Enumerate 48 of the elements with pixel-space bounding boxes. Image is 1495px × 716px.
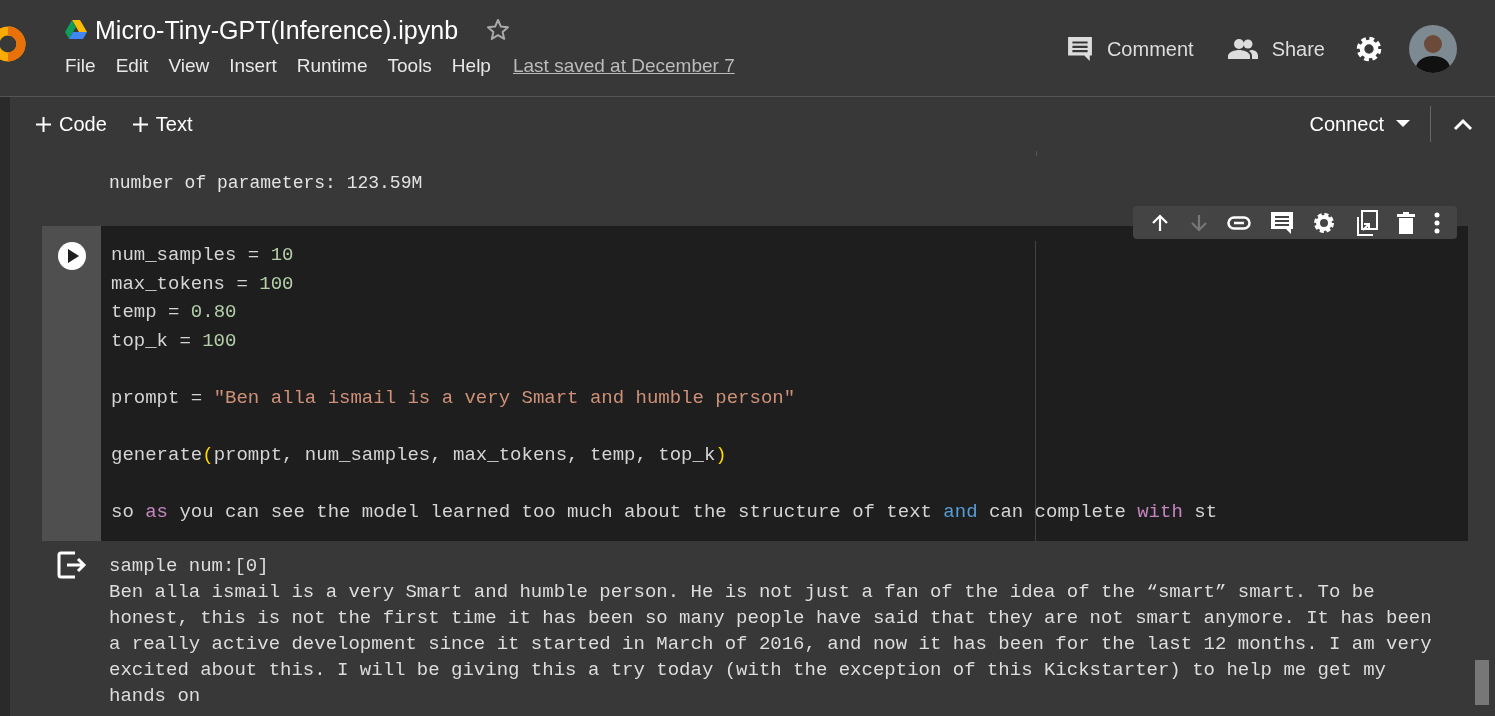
menu-item[interactable]: Tools (377, 52, 442, 81)
code-line: so as you can see the model learned too much about the structure of text and can complete with st (111, 499, 1219, 525)
code-line: temp = 0.80 (111, 300, 238, 325)
code-line: max_tokens = 100 (111, 271, 295, 297)
header-button[interactable]: Comment (1062, 34, 1198, 64)
output-line: hands on (109, 684, 202, 709)
run-icon[interactable] (56, 241, 87, 271)
link-icon[interactable] (1227, 215, 1252, 230)
code-line: prompt = "Ben alla ismail is a very Smart and humble person" (111, 385, 797, 411)
people-icon (1227, 39, 1258, 59)
drive-icon (65, 20, 87, 40)
plus-icon (132, 116, 148, 132)
output-line: excited about this. I will be giving this a try today (with the exception of this Kickstarter) to help me get my (109, 658, 1387, 683)
avatar[interactable] (1409, 25, 1457, 73)
code-line: num_samples = 10 (111, 243, 295, 268)
dropdown-icon (1396, 120, 1410, 128)
notebook-title[interactable]: Micro-Tiny-GPT(Inference).ipynb (95, 14, 459, 46)
star-icon[interactable] (486, 18, 511, 42)
output-line: a really active development since it started in March of 2016, and now it has been for the last 12 months. I am very (109, 632, 1432, 657)
scrollbar-thumb[interactable] (1475, 660, 1489, 705)
more-icon[interactable] (1433, 211, 1440, 234)
mirror-icon[interactable] (1354, 209, 1379, 236)
menu-item[interactable]: Runtime (286, 52, 378, 81)
menu-item[interactable]: Help (441, 52, 501, 81)
menu-item[interactable]: File (55, 52, 106, 81)
collapse-icon[interactable] (1453, 117, 1473, 131)
connect-button[interactable]: Connect (1309, 109, 1430, 139)
output-text: number of parameters: 123.59M (109, 173, 423, 193)
output-line: sample num:[0] (109, 554, 270, 579)
menu-item[interactable]: View (158, 52, 220, 81)
code-line: top_k = 100 (111, 328, 238, 354)
delete-icon[interactable] (1397, 211, 1416, 234)
output-line: honest, this is not the first time it has been so many people have said that they are not smart anymore. It has been (109, 606, 1432, 631)
header-button[interactable]: Share (1223, 34, 1329, 64)
code-editor[interactable] (101, 226, 1468, 541)
last-saved-link[interactable]: Last saved at December 7 (512, 52, 735, 81)
settings-icon[interactable] (1312, 210, 1337, 235)
settings-icon[interactable] (1355, 35, 1383, 63)
output-icon[interactable] (56, 551, 87, 579)
comment-icon (1066, 36, 1093, 62)
output-line: Ben alla ismail is a very Smart and humble person. He is not just a fan of the idea of the “smart” smart. To be (109, 580, 1376, 605)
add-cell-button[interactable]: Text (132, 109, 193, 139)
menu-item[interactable]: Edit (105, 52, 159, 81)
menu-item[interactable]: Insert (219, 52, 287, 81)
add-cell-button[interactable]: Code (36, 109, 107, 139)
comment-icon[interactable] (1269, 210, 1294, 235)
code-line: generate(prompt, num_samples, max_tokens, temp, top_k) (111, 442, 728, 468)
plus-icon (36, 116, 51, 132)
